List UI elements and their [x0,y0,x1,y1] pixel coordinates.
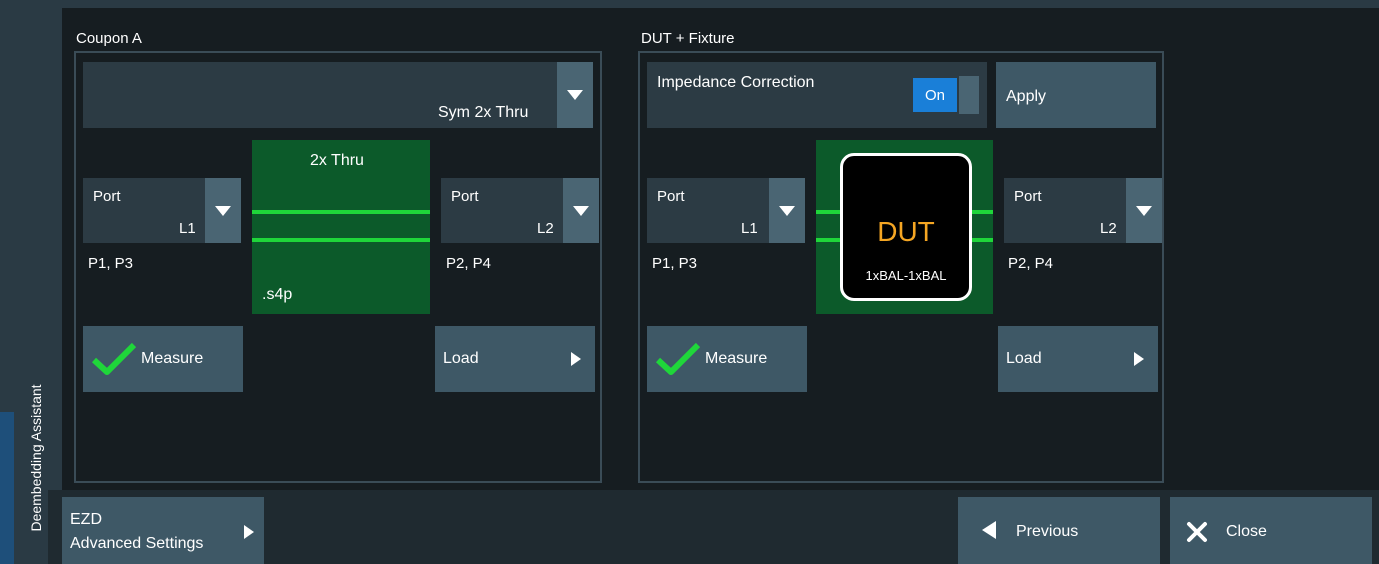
load-label: Load [443,350,479,367]
port-value: L1 [741,220,758,237]
port-value: L2 [1100,220,1117,237]
dut-section-title: DUT + Fixture [641,30,735,47]
dut-left-port-dropdown[interactable]: Port L1 [647,178,805,243]
load-label: Load [1006,350,1042,367]
chevron-down-icon[interactable] [769,178,805,243]
close-button[interactable]: Close [1170,497,1372,564]
previous-button[interactable]: Previous [958,497,1160,564]
coupon-thru-graphic: 2x Thru .s4p [252,140,430,314]
dut-load-button[interactable]: Load [998,326,1158,392]
port-label: Port [451,188,479,205]
checkmark-icon [91,342,137,375]
chevron-down-icon[interactable] [1126,178,1162,243]
chevron-right-icon [244,525,254,539]
dut-left-port-sub: P1, P3 [652,255,698,272]
dut-subtitle: 1xBAL-1xBAL [865,268,947,283]
impedance-correction-panel: Impedance Correction On [647,62,987,128]
dut-title: DUT [877,216,935,247]
thru-line-top [252,210,430,214]
dut-device-box: DUT 1xBAL-1xBAL [840,153,972,301]
thru-title: 2x Thru [310,152,364,169]
ezd-advanced-settings-button[interactable]: EZD Advanced Settings [62,497,264,564]
port-value: L1 [179,220,196,237]
side-panel-title: Deembedding Assistant [28,384,44,532]
port-label: Port [657,188,685,205]
coupon-left-port-sub: P1, P3 [88,255,134,272]
measure-label: Measure [141,350,204,367]
impedance-toggle[interactable]: On [913,78,957,112]
thru-line-bottom [252,238,430,242]
coupon-right-port-dropdown[interactable]: Port L2 [441,178,599,243]
close-icon [1187,522,1207,542]
toggle-knob [959,76,979,114]
coupon-mode-dropdown[interactable]: Sym 2x Thru [83,62,593,128]
dut-right-port-sub: P2, P4 [1008,255,1054,272]
port-label: Port [93,188,121,205]
coupon-title: Coupon A [76,30,142,47]
coupon-right-port-sub: P2, P4 [446,255,492,272]
coupon-left-port-dropdown[interactable]: Port L1 [83,178,241,243]
coupon-mode-value: Sym 2x Thru [438,104,529,121]
measure-label: Measure [705,350,768,367]
checkmark-icon [655,342,701,375]
dut-measure-button[interactable]: Measure [647,326,807,392]
impedance-label: Impedance Correction [657,74,815,91]
chevron-down-icon[interactable] [557,62,593,128]
port-label: Port [1014,188,1042,205]
apply-button[interactable]: Apply [996,62,1156,128]
chevron-down-icon[interactable] [563,178,599,243]
thru-file: .s4p [262,286,293,303]
chevron-right-icon [1134,352,1144,366]
coupon-load-button[interactable]: Load [435,326,595,392]
coupon-measure-button[interactable]: Measure [83,326,243,392]
chevron-left-icon [982,521,996,539]
dut-right-port-dropdown[interactable]: Port L2 [1004,178,1162,243]
port-value: L2 [537,220,554,237]
chevron-down-icon[interactable] [205,178,241,243]
chevron-right-icon [571,352,581,366]
side-tab-indicator[interactable] [0,412,14,564]
